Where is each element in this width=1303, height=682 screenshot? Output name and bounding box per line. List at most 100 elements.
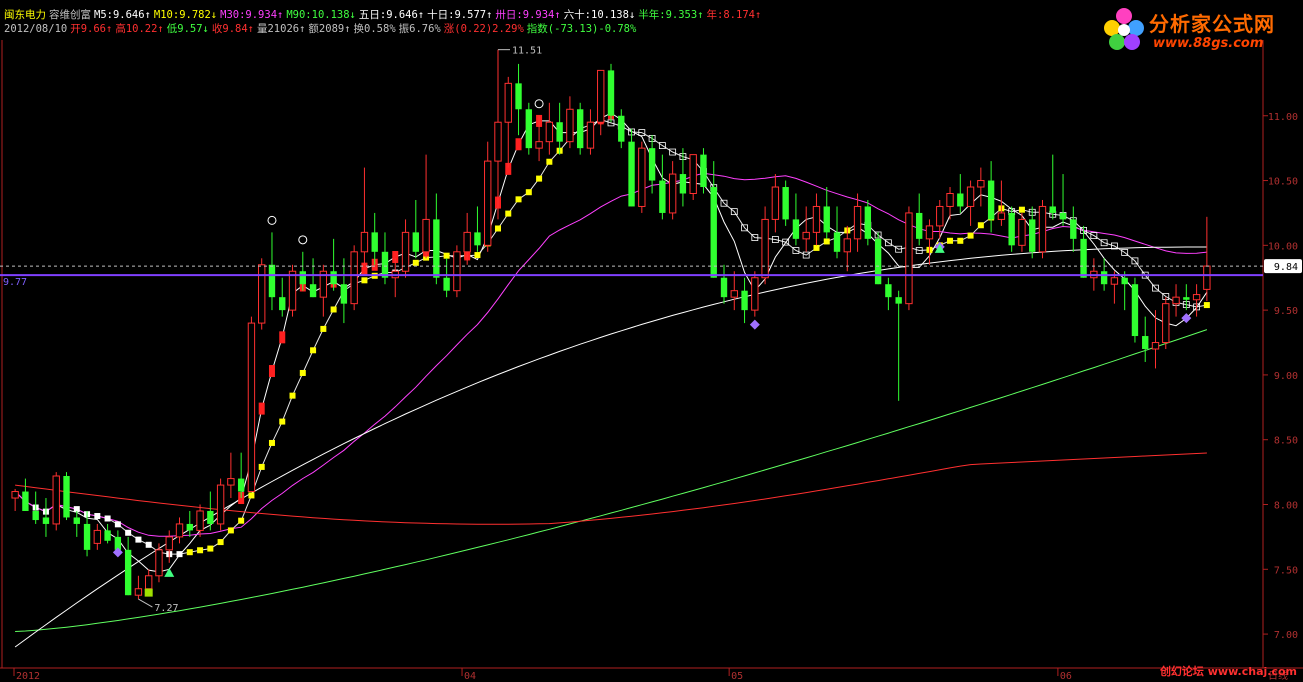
candle-body-up xyxy=(360,231,369,253)
candle-body-down xyxy=(648,148,656,181)
candle-body-up xyxy=(566,108,574,143)
candle-body-down xyxy=(823,206,830,233)
step-marker xyxy=(412,259,419,266)
y-tick-label: 8.00 xyxy=(1274,501,1298,512)
quote-value-1: 开9.66↑ xyxy=(70,23,113,35)
candle-body-up xyxy=(350,251,358,305)
step-marker xyxy=(813,244,820,251)
candle-body-up xyxy=(1038,205,1047,253)
candle-body-up xyxy=(905,212,913,305)
candle-body-up xyxy=(966,186,975,207)
quote-value-5: 量21026↑ xyxy=(256,23,306,35)
price-chart[interactable]: 11.51 7.27 11.00 10.50 10.00 9.50 9.00 8.50 8.0… xyxy=(0,0,1303,682)
candle-body-up xyxy=(771,186,780,220)
candle-body-down xyxy=(1049,206,1056,213)
step-marker xyxy=(207,545,214,552)
candle-body-down xyxy=(186,523,193,531)
candle-body-down xyxy=(1008,212,1015,246)
candle-body-up xyxy=(145,575,153,590)
step-marker xyxy=(330,306,337,313)
current-price-label: 9.84 xyxy=(1274,262,1298,273)
site-url: www.88gs.com xyxy=(1153,36,1264,51)
candle-body-down xyxy=(874,238,882,285)
candle-body-up xyxy=(247,322,256,493)
step-marker xyxy=(217,539,224,546)
candle-body-down xyxy=(1070,219,1077,239)
quote-header-line: 2012/08/10 开9.66↑ 高10.22↑ 低9.57↓ 收9.84↑ 量2102… xyxy=(4,23,639,36)
y-tick-label: 9.00 xyxy=(1274,371,1298,382)
step-marker xyxy=(227,527,234,534)
candle-body-down xyxy=(1142,336,1149,349)
candle-body-down xyxy=(1121,277,1128,285)
indicator-value-5: M90:10.138↓ xyxy=(286,9,356,21)
candle-body-down xyxy=(73,517,80,524)
step-marker xyxy=(1018,206,1025,213)
candle-body-up xyxy=(1018,218,1026,246)
candle-body-down xyxy=(474,232,481,246)
candle-body-down xyxy=(679,174,687,194)
square-signal-marker xyxy=(144,588,153,597)
quote-value-3: 低9.57↓ xyxy=(166,23,209,35)
candle-body-down xyxy=(340,284,348,304)
step-marker xyxy=(248,492,255,499)
candle-body-up xyxy=(751,277,759,311)
candle-body-up xyxy=(155,549,163,577)
y-tick-label: 10.50 xyxy=(1268,177,1298,188)
step-marker xyxy=(268,439,275,446)
candle-body-up xyxy=(52,475,60,525)
candle-body-down xyxy=(330,271,337,285)
candle-body-up xyxy=(946,193,954,207)
candle-body-down xyxy=(525,109,532,149)
candle-body-down xyxy=(299,271,306,285)
quote-value-10: 指数(-73.13)-0.78% xyxy=(526,23,637,35)
quote-value-0: 2012/08/10 xyxy=(4,23,68,35)
trend-bar-marker xyxy=(258,402,265,415)
site-watermark: 分析家公式网 www.88gs.com xyxy=(1097,2,1297,58)
candle-body-down xyxy=(381,251,389,278)
y-tick-label: 10.00 xyxy=(1268,241,1298,252)
candle-body-up xyxy=(134,588,143,596)
candle-body-up xyxy=(494,121,502,162)
candle-body-down xyxy=(628,141,635,207)
left-level-label: 9.77 xyxy=(3,277,27,288)
candle-body-down xyxy=(104,530,111,541)
quote-value-7: 换0.58% xyxy=(353,23,396,35)
candle-body-down xyxy=(916,212,923,239)
step-marker xyxy=(525,189,532,196)
flower-logo-icon xyxy=(1104,8,1144,50)
candle-body-up xyxy=(802,231,810,240)
candle-body-down xyxy=(710,187,717,278)
candle-body-down xyxy=(741,290,748,311)
candle-body-up xyxy=(1192,294,1201,301)
indicator-value-10: 半年:9.353↑ xyxy=(638,9,704,21)
candle-body-down xyxy=(720,277,728,298)
step-marker xyxy=(505,210,512,217)
step-marker xyxy=(135,536,142,543)
step-marker xyxy=(310,347,317,354)
step-marker xyxy=(977,222,984,229)
candle-body-down xyxy=(576,109,584,149)
indicator-value-11: 年:8.174↑ xyxy=(706,9,762,21)
indicator-value-8: 卅日:9.934↑ xyxy=(495,9,561,21)
candle-body-up xyxy=(484,160,492,246)
step-marker xyxy=(515,196,522,203)
candle-body-up xyxy=(463,231,471,253)
candle-body-up xyxy=(812,205,821,233)
candle-body-up xyxy=(689,154,697,194)
candle-body-down xyxy=(782,187,789,220)
site-name: 分析家公式网 xyxy=(1149,12,1275,36)
quote-value-4: 收9.84↑ xyxy=(211,23,254,35)
candle-body-up xyxy=(288,270,297,311)
indicator-value-6: 五日:9.646↑ xyxy=(358,9,425,21)
candle-body-up xyxy=(258,264,266,324)
candle-body-up xyxy=(165,536,173,551)
step-marker xyxy=(947,237,954,244)
step-marker xyxy=(104,515,111,522)
candle-body-up xyxy=(216,484,225,525)
step-marker xyxy=(957,237,964,244)
candle-body-down xyxy=(124,549,132,596)
candle-body-down xyxy=(885,284,892,298)
x-tick-label: 05 xyxy=(731,671,743,682)
candle-body-down xyxy=(443,277,450,291)
trend-bar-marker xyxy=(515,138,522,151)
